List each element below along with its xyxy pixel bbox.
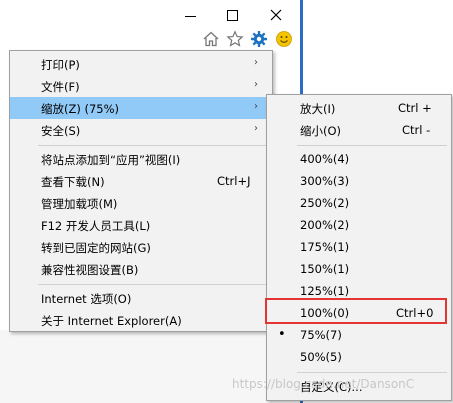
menu-item-label: 175%(1) <box>300 240 350 254</box>
menu-item-manage-addons[interactable]: 管理加载项(M) <box>10 192 272 214</box>
menu-item-dev-tools[interactable]: F12 开发人员工具(L) <box>10 214 272 236</box>
menu-item-label: 150%(1) <box>300 262 350 276</box>
smiley-feedback-icon <box>276 31 292 47</box>
menu-item-label: 兼容性视图设置(B) <box>41 263 139 277</box>
menu-item-internet-options[interactable]: Internet 选项(O) <box>10 287 272 309</box>
menu-separator <box>297 372 447 373</box>
menu-item-about-ie[interactable]: 关于 Internet Explorer(A) <box>10 309 272 331</box>
shortcut-label: Ctrl+J <box>217 174 251 188</box>
zoom-item-50[interactable]: 50%(5) <box>267 346 451 368</box>
menu-item-label: 125%(1) <box>300 284 350 298</box>
zoom-item-250[interactable]: 250%(2) <box>267 192 451 214</box>
home-button[interactable] <box>201 29 221 49</box>
menu-item-label: 250%(2) <box>300 196 350 210</box>
annotation-highlight-box <box>265 298 447 324</box>
page-area-below-menu <box>0 330 300 403</box>
menu-item-compat-view[interactable]: 兼容性视图设置(B) <box>10 258 272 280</box>
zoom-item-175[interactable]: 175%(1) <box>267 236 451 258</box>
selected-bullet-icon: • <box>278 327 286 342</box>
menu-item-label: 缩放(Z) (75%) <box>41 102 120 116</box>
menu-item-label: F12 开发人员工具(L) <box>41 219 151 233</box>
zoom-submenu: 放大(I) Ctrl + 缩小(O) Ctrl - 400%(4) 300%(3… <box>266 94 452 401</box>
menu-item-label: Internet 选项(O) <box>41 292 132 306</box>
close-icon <box>270 9 282 21</box>
submenu-arrow-icon: › <box>254 57 258 68</box>
menu-item-label: 75%(7) <box>300 328 342 342</box>
menu-separator <box>38 284 268 285</box>
favorites-button[interactable] <box>225 29 245 49</box>
menu-item-label: 放大(I) <box>300 102 336 116</box>
menu-item-label: 关于 Internet Explorer(A) <box>41 314 182 328</box>
maximize-icon <box>226 9 238 21</box>
submenu-arrow-icon: › <box>254 101 258 112</box>
menu-item-label: 文件(F) <box>41 80 80 94</box>
submenu-arrow-icon: › <box>254 123 258 134</box>
menu-item-safety[interactable]: 安全(S) › <box>10 119 272 141</box>
minimize-button[interactable] <box>176 4 204 26</box>
zoom-item-zoom-out[interactable]: 缩小(O) Ctrl - <box>267 119 451 141</box>
menu-item-label: 安全(S) <box>41 124 81 138</box>
close-button[interactable] <box>262 4 290 26</box>
shortcut-label: Ctrl - <box>402 123 431 137</box>
menu-item-file[interactable]: 文件(F) › <box>10 75 272 97</box>
menu-item-add-site-to-apps[interactable]: 将站点添加到“应用”视图(I) <box>10 148 272 170</box>
menu-separator <box>297 145 447 146</box>
tools-gear-icon <box>251 31 267 47</box>
menu-item-label: 管理加载项(M) <box>41 197 118 211</box>
menu-item-label: 缩小(O) <box>300 124 342 138</box>
zoom-item-150[interactable]: 150%(1) <box>267 258 451 280</box>
menu-item-label: 300%(3) <box>300 174 350 188</box>
menu-item-pinned-sites[interactable]: 转到已固定的网站(G) <box>10 236 272 258</box>
zoom-item-75-selected[interactable]: • 75%(7) <box>267 324 451 346</box>
zoom-item-300[interactable]: 300%(3) <box>267 170 451 192</box>
menu-item-zoom[interactable]: 缩放(Z) (75%) › <box>10 97 272 119</box>
zoom-item-400[interactable]: 400%(4) <box>267 148 451 170</box>
zoom-item-200[interactable]: 200%(2) <box>267 214 451 236</box>
menu-item-label: 查看下载(N) <box>41 175 105 189</box>
zoom-item-zoom-in[interactable]: 放大(I) Ctrl + <box>267 97 451 119</box>
tools-menu: 打印(P) › 文件(F) › 缩放(Z) (75%) › 安全(S) › 将站… <box>9 50 273 332</box>
shortcut-label: Ctrl + <box>398 101 432 115</box>
submenu-arrow-icon: › <box>254 79 258 90</box>
menu-item-label: 400%(4) <box>300 152 350 166</box>
feedback-button[interactable] <box>274 29 294 49</box>
favorites-star-icon <box>226 30 244 47</box>
watermark: https://blog.csdn.net/DansonC <box>232 377 415 391</box>
menu-item-print[interactable]: 打印(P) › <box>10 53 272 75</box>
menu-item-label: 转到已固定的网站(G) <box>41 241 151 255</box>
menu-item-label: 打印(P) <box>41 58 80 72</box>
menu-item-label: 200%(2) <box>300 218 350 232</box>
minimize-icon <box>184 15 196 17</box>
tools-button[interactable] <box>249 29 269 49</box>
menu-item-label: 将站点添加到“应用”视图(I) <box>41 153 181 167</box>
menu-item-view-downloads[interactable]: 查看下载(N) Ctrl+J <box>10 170 272 192</box>
home-icon <box>203 31 219 47</box>
maximize-button[interactable] <box>218 4 246 26</box>
menu-separator <box>38 145 268 146</box>
menu-item-label: 50%(5) <box>300 350 342 364</box>
